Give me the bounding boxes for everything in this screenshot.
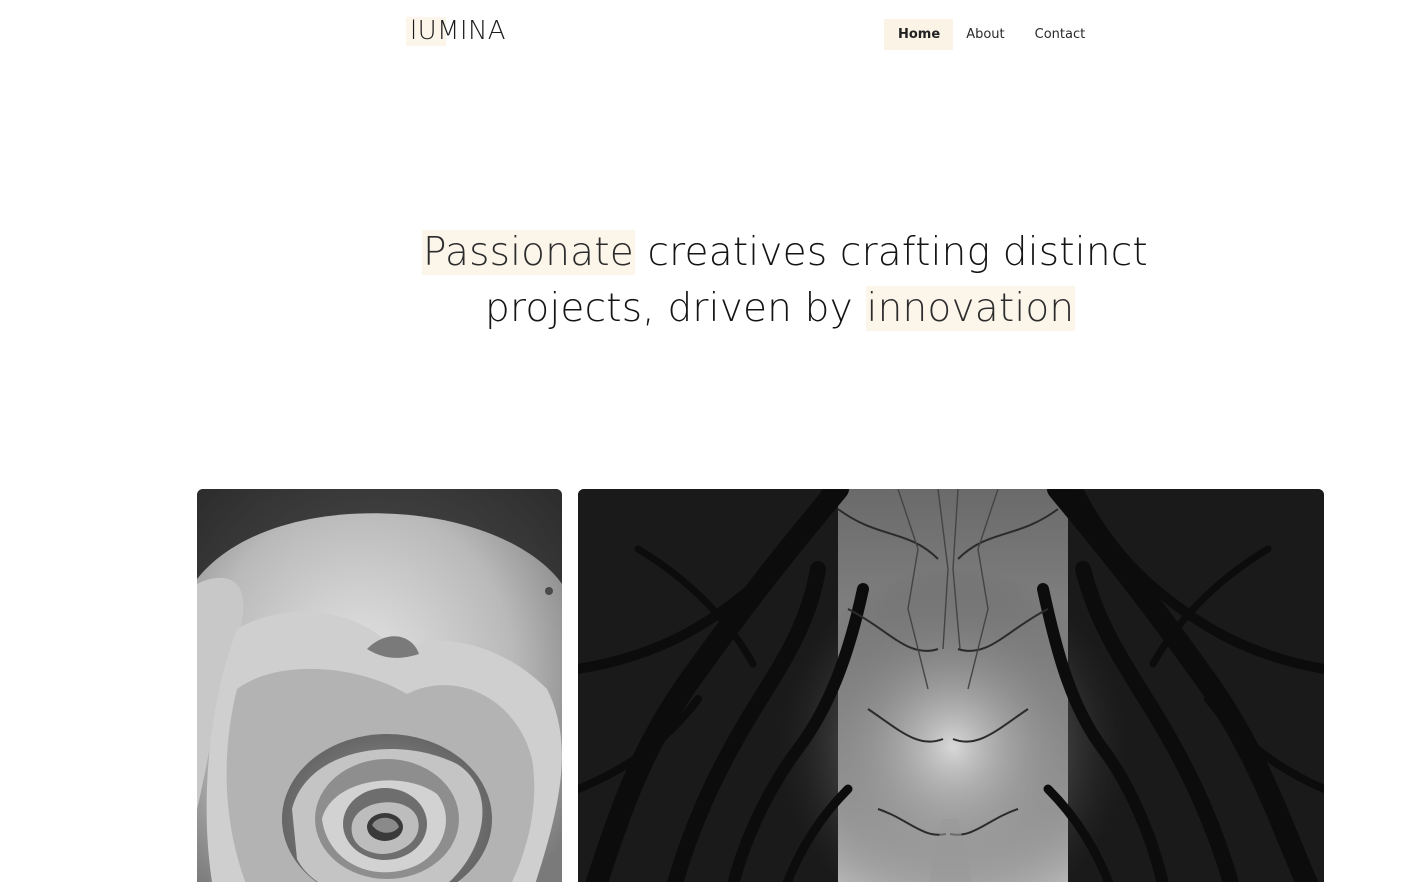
site-logo[interactable]: lUMINA: [406, 17, 509, 46]
gallery-card-trees[interactable]: [578, 489, 1324, 882]
main-nav: Home About Contact: [884, 19, 1098, 50]
hero-heading: Passionate creatives crafting distinct p…: [0, 225, 1424, 337]
hero-line-2-text: projects, driven by: [485, 286, 866, 331]
hero-section: Passionate creatives crafting distinct p…: [0, 225, 1424, 337]
page: lUMINA Home About Contact Passionate cre…: [0, 0, 1424, 882]
hero-line-2: projects, driven by innovation: [336, 281, 1424, 337]
hero-line-1-text: creatives crafting distinct: [634, 230, 1148, 275]
nav-home-link[interactable]: Home: [884, 19, 954, 50]
hero-highlight-passionate: Passionate: [422, 230, 635, 275]
hero-line-1: Passionate creatives crafting distinct: [336, 225, 1424, 281]
nav-contact-link[interactable]: Contact: [1022, 19, 1099, 50]
gallery-card-rose[interactable]: [197, 489, 562, 882]
hero-highlight-innovation: innovation: [865, 286, 1076, 331]
gallery: [197, 489, 1324, 882]
site-header: lUMINA Home About Contact: [0, 0, 1424, 70]
tree-tunnel-photo-icon: [578, 489, 1324, 882]
nav-about-link[interactable]: About: [953, 19, 1017, 50]
rose-photo-icon: [197, 489, 562, 882]
